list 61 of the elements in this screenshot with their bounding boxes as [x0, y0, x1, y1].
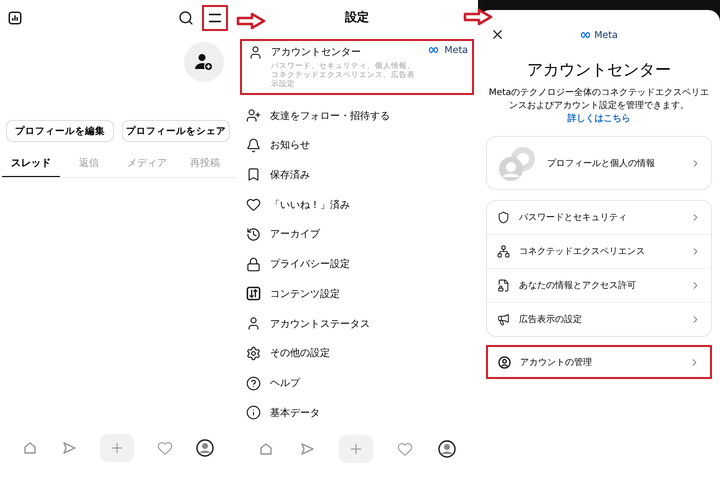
heart-icon[interactable] — [157, 440, 174, 456]
user-add-icon — [194, 52, 214, 72]
profile-card[interactable]: プロフィールと個人の情報 — [486, 136, 712, 190]
settings-item[interactable]: コンテンツ設定 — [270, 286, 340, 301]
send-icon[interactable] — [60, 440, 77, 456]
settings-item[interactable]: 「いいね！」済み — [270, 198, 350, 212]
heart-icon[interactable] — [397, 440, 414, 457]
profile-avatar-icon[interactable] — [438, 440, 456, 458]
row-label: アカウントの管理 — [520, 356, 593, 369]
home-icon[interactable] — [258, 440, 274, 457]
account-management-item[interactable]: アカウントの管理 — [486, 345, 712, 380]
search-icon[interactable] — [178, 10, 194, 26]
profile-button[interactable]: プロフィールを編集 — [6, 120, 114, 142]
learn-more-link[interactable]: 詳しくはこちら — [568, 114, 630, 124]
row-label[interactable]: パスワードとセキュリティ — [519, 211, 681, 224]
user-circle-icon — [498, 356, 511, 369]
meta-brand: Meta — [594, 30, 618, 40]
page-title: アカウントセンター — [526, 60, 672, 81]
heart-icon — [246, 197, 261, 212]
add-profile-photo-button[interactable] — [184, 42, 224, 82]
settings-item[interactable]: 基本データ — [270, 406, 320, 420]
send-icon[interactable] — [298, 440, 315, 457]
info-icon — [246, 405, 261, 420]
settings-item[interactable]: アーカイブ — [270, 227, 320, 242]
menu-icon — [208, 13, 222, 23]
home-icon[interactable] — [22, 440, 38, 456]
row-label[interactable]: 広告表示の設定 — [519, 313, 681, 326]
settings-item[interactable]: お知らせ — [270, 138, 310, 152]
close-icon[interactable] — [490, 27, 505, 42]
settings-item[interactable]: ヘルプ — [270, 376, 300, 390]
bell-icon — [246, 138, 261, 153]
row-label[interactable]: あなたの情報とアクセス許可 — [519, 279, 681, 292]
user-icon — [248, 44, 263, 60]
chart-icon[interactable] — [8, 11, 22, 25]
description: Metaのテクノロジー全体のコネクテッドエクスペリエンスおよびアカウント設定を管理できます。 詳しくはこちら — [488, 87, 710, 126]
bookmark-icon — [246, 167, 261, 182]
menu-button[interactable] — [202, 5, 228, 31]
user-plus-icon — [246, 108, 261, 124]
megaphone-icon — [497, 313, 510, 326]
help-icon — [246, 376, 261, 391]
row-label[interactable]: コネクテッドエクスペリエンス — [519, 245, 681, 258]
user-icon — [246, 316, 261, 332]
meta-brand: Meta — [444, 44, 468, 56]
settings-item[interactable]: プライバシー設定 — [270, 257, 350, 272]
profile-avatar-icon[interactable] — [196, 439, 214, 457]
settings-item[interactable]: アカウントステータス — [270, 316, 370, 331]
lock-icon — [246, 256, 261, 272]
file-lock-icon — [497, 279, 510, 292]
settings-item[interactable]: その他の設定 — [270, 346, 330, 360]
profile-button[interactable]: プロフィールをシェア — [122, 120, 230, 142]
screen-title: 設定 — [345, 8, 369, 26]
row-label: プロフィールと個人の情報 — [547, 157, 656, 170]
item-title: アカウントセンター — [271, 46, 362, 59]
settings-icon — [246, 346, 261, 361]
history-icon — [246, 226, 261, 242]
settings-item[interactable]: 友達をフォロー・招待する — [270, 108, 390, 123]
sort-arrows-icon — [246, 286, 261, 302]
tab[interactable]: スレッド — [2, 150, 60, 177]
settings-item[interactable]: 保存済み — [270, 168, 310, 182]
network-icon — [497, 245, 510, 258]
shield-icon — [497, 211, 510, 224]
